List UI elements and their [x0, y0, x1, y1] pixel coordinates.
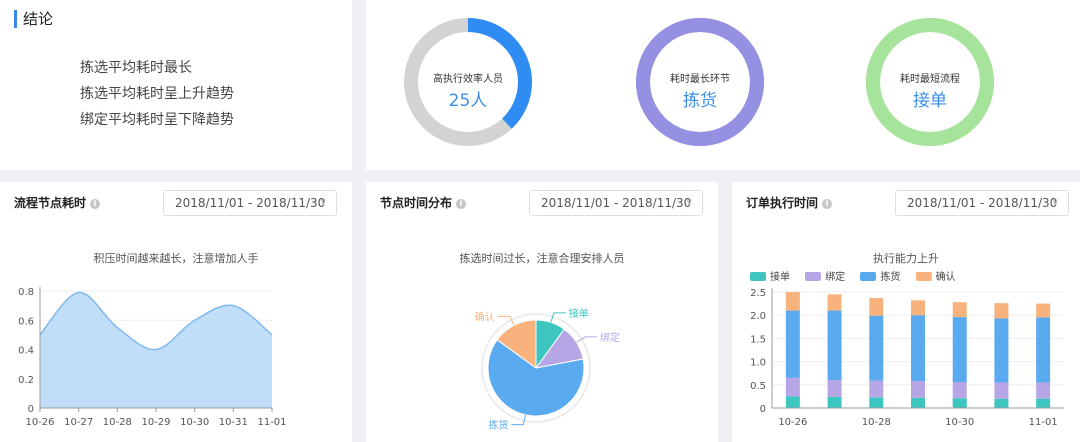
bar-segment [827, 380, 842, 397]
ring-value: 25人 [448, 91, 488, 111]
ring-label: 耗时最短流程 [900, 74, 960, 85]
ring-longest-step: 耗时最长环节 拣货 [636, 18, 764, 146]
x-tick-label: 10-27 [64, 417, 93, 428]
y-tick-label: 1.5 [750, 334, 766, 345]
ring-value: 接单 [913, 91, 947, 111]
conclusion-item: 拣选平均耗时呈上升趋势 [80, 86, 234, 102]
node-time-distribution-card: 节点时间分布 i 2018/11/01 - 2018/11/30 ∨ 拣选时间过长… [366, 182, 718, 442]
x-tick-label: 10-28 [103, 417, 132, 428]
x-tick-label: 10-26 [25, 417, 54, 428]
bar-segment [827, 294, 842, 311]
x-tick-label: 10-30 [945, 417, 974, 428]
bar-segment [827, 310, 842, 381]
x-tick-label: 11-01 [257, 417, 286, 428]
y-tick-label: 0.2 [18, 375, 34, 386]
bar-segment [869, 298, 884, 316]
bar-segment [869, 397, 884, 408]
bar-segment [952, 382, 967, 399]
bar-segment [1036, 398, 1051, 408]
stacked-bar-chart: 0 0.5 1.0 1.5 2.0 2.5 10-26 10-28 10-30 11-01 [750, 288, 1064, 428]
pie-chart: 接单绑定拣货 确认 [475, 307, 620, 432]
bar-segment [827, 396, 842, 408]
bar-segment [994, 398, 1009, 408]
pie-label: 接单 [569, 307, 589, 320]
bar-segment [994, 382, 1009, 399]
x-tick-label: 10-28 [862, 417, 891, 428]
y-tick-label: 2.5 [750, 288, 766, 299]
bar-segment [911, 315, 925, 382]
bar-segment [911, 300, 925, 316]
pie-label: 拣货 [488, 419, 508, 432]
y-tick-label: 0 [28, 404, 34, 415]
bar-segment [952, 317, 967, 383]
bar-segment [1036, 382, 1051, 399]
x-tick-label: 10-26 [778, 417, 807, 428]
y-tick-label: 0.8 [18, 287, 34, 298]
ring-shortest-flow: 耗时最短流程 接单 [866, 18, 994, 146]
x-tick-label: 10-31 [219, 417, 248, 428]
x-tick-label: 10-30 [180, 417, 209, 428]
bar-segment [952, 302, 967, 318]
bar-segment [994, 318, 1009, 383]
bar-segment [1036, 317, 1051, 383]
y-tick-label: 0.6 [18, 316, 34, 327]
conclusion-title: 结论 [14, 10, 53, 28]
bar-segment [785, 292, 800, 311]
x-tick-label: 10-29 [141, 417, 170, 428]
ring-value: 拣货 [683, 91, 717, 111]
bar-segment [785, 377, 800, 397]
bar-segment [869, 315, 884, 381]
y-tick-label: 2.0 [750, 311, 766, 322]
ring-high-efficiency-staff: 高执行效率人员 25人 [404, 18, 532, 146]
summary-card: 高执行效率人员 25人 耗时最长环节 拣货 耗时最短流程 接单 [366, 0, 1080, 170]
bar-segment [1036, 303, 1051, 318]
y-tick-label: 1.0 [750, 358, 766, 369]
bar-segment [785, 396, 800, 408]
pie-label: 确认 [475, 310, 495, 323]
flow-node-time-card: 流程节点耗时 i 2018/11/01 - 2018/11/30 ∨ 积压时间越来… [0, 182, 352, 442]
ring-label: 耗时最长环节 [670, 74, 730, 85]
bar-segment [869, 380, 884, 398]
bar-segment [785, 310, 800, 378]
bar-segment [911, 381, 925, 398]
conclusion-list: 拣选平均耗时最长 拣选平均耗时呈上升趋势 绑定平均耗时呈下降趋势 [80, 58, 234, 136]
conclusion-item: 拣选平均耗时最长 [80, 60, 192, 76]
conclusion-card: 结论 拣选平均耗时最长 拣选平均耗时呈上升趋势 绑定平均耗时呈下降趋势 [0, 0, 352, 170]
y-tick-label: 0.4 [18, 346, 34, 357]
bar-segment [911, 397, 925, 408]
conclusion-item: 绑定平均耗时呈下降趋势 [80, 112, 234, 128]
y-tick-label: 0 [760, 404, 766, 415]
bar-segment [994, 303, 1009, 319]
x-tick-label: 11-01 [1029, 417, 1058, 428]
area-chart: 0 0.2 0.4 0.6 0.8 10-26 10-27 10-28 10-29 10-30 10… [18, 287, 287, 428]
pie-label: 绑定 [600, 331, 620, 344]
bar-segment [952, 398, 967, 408]
y-tick-label: 0.5 [750, 381, 766, 392]
order-execution-time-card: 订单执行时间 i 2018/11/01 - 2018/11/30 ∨ 执行能力上升… [732, 182, 1080, 442]
ring-label: 高执行效率人员 [433, 74, 503, 85]
